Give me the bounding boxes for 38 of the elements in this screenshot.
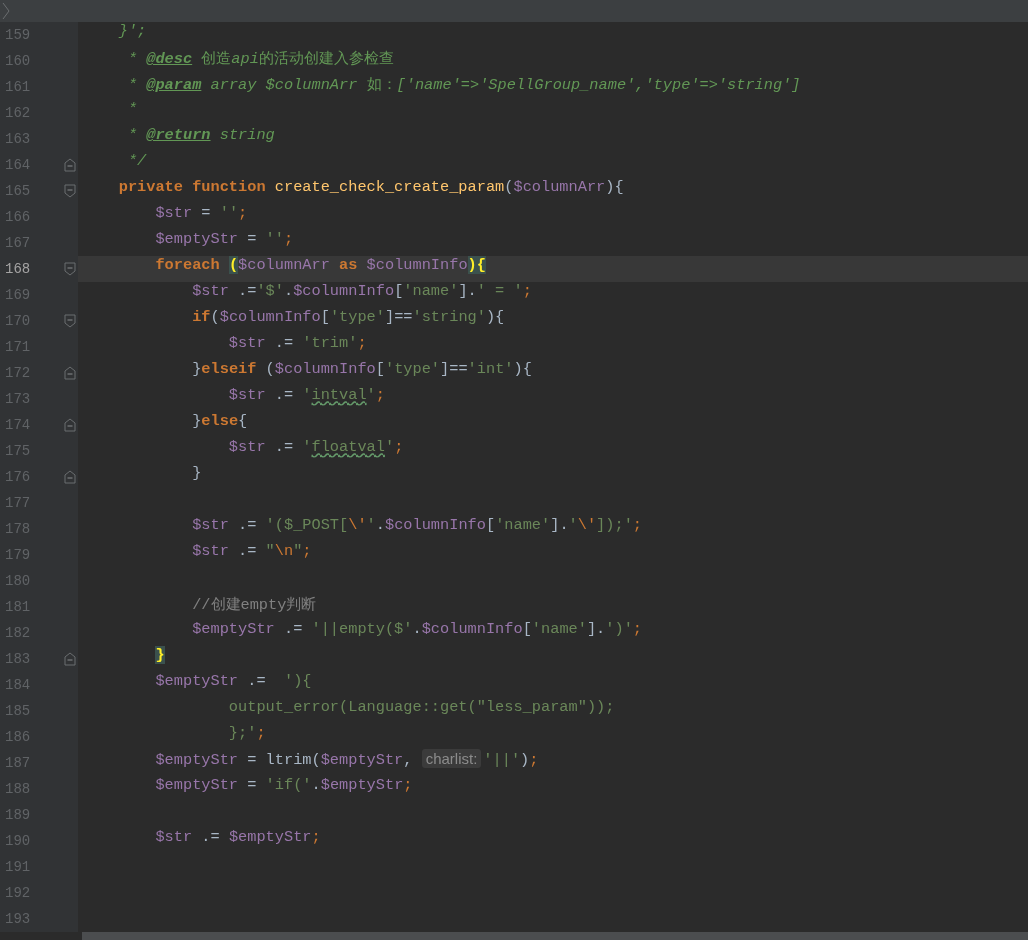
code-line: };'; — [227, 724, 267, 744]
code-line: */ — [126, 152, 148, 172]
chevron-icon[interactable] — [2, 2, 10, 20]
line-number: 168 — [4, 260, 32, 279]
code-line: $str .= 'trim'; — [227, 334, 368, 354]
code-line: * @return string — [126, 126, 276, 146]
code-line: }'; — [117, 22, 148, 42]
fold-icon[interactable] — [64, 262, 76, 276]
code-line: }elseif ($columnInfo['type']=='int'){ — [191, 360, 533, 380]
code-line: $str .= "\n"; — [191, 542, 313, 562]
code-line: * @desc 创造api的活动创建入参检查 — [126, 49, 395, 70]
fold-icon[interactable] — [64, 314, 76, 328]
code-line: } — [191, 464, 203, 484]
code-line: * — [126, 100, 139, 120]
code-line: $emptyStr = ''; — [154, 230, 295, 250]
code-line: if($columnInfo['type']=='string'){ — [191, 308, 506, 328]
fold-icon[interactable] — [64, 470, 76, 484]
code-line: $str .= 'intval'; — [227, 386, 386, 406]
code-line: $emptyStr .= '){ — [154, 672, 313, 692]
code-line: * @param array $columnArr 如：['name'=>'SpellGroup_name','type'=>'string'] — [126, 75, 802, 96]
code-line: $emptyStr = 'if('.$emptyStr; — [154, 776, 414, 796]
fold-icon[interactable] — [64, 158, 76, 172]
code-line: output_error(Language::get("less_param")); — [227, 698, 616, 718]
code-line: $emptyStr .= '||empty($'.$columnInfo['name'].')'; — [191, 620, 643, 640]
code-line: $str .='$'.$columnInfo['name'].' = '; — [191, 282, 533, 302]
code-line: $str .= $emptyStr; — [154, 828, 322, 848]
code-line: }else{ — [191, 412, 249, 432]
code-line: private function create_check_create_param($columnArr){ — [117, 178, 625, 198]
code-line: $str .= '($_POST[\''.$columnInfo['name'].'\']);'; — [191, 516, 643, 536]
fold-icon[interactable] — [64, 652, 76, 666]
code-line: $str .= 'floatval'; — [227, 438, 405, 458]
code-line: $str = ''; — [154, 204, 249, 224]
fold-icon[interactable] — [64, 366, 76, 380]
fold-icon[interactable] — [64, 184, 76, 198]
fold-icon[interactable] — [64, 418, 76, 432]
code-line: //创建empty判断 — [191, 595, 318, 616]
code-line: $emptyStr = ltrim($emptyStr, charlist: '||'); — [154, 750, 540, 771]
horizontal-scrollbar[interactable] — [82, 932, 1028, 940]
